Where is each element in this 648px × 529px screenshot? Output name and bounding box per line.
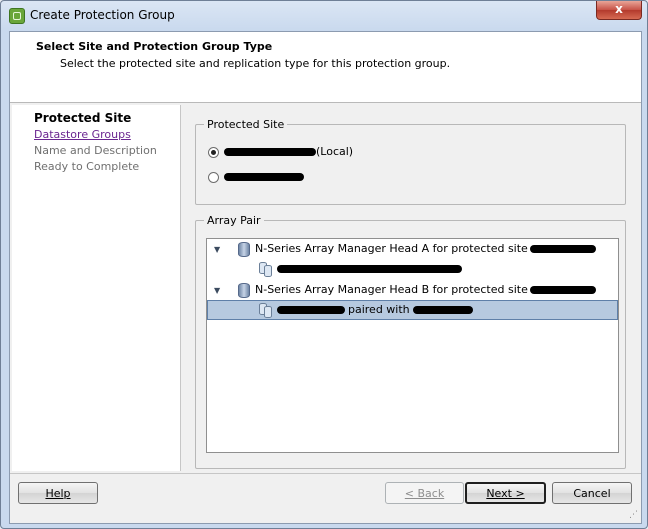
protected-site-group: Protected Site (Local) (195, 118, 626, 205)
redacted-text (277, 306, 345, 314)
array-pair-tree[interactable]: ▼ N-Series Array Manager Head A for prot… (206, 238, 619, 453)
wizard-content: Select Site and Protection Group Type Se… (9, 31, 642, 524)
redacted-text (224, 148, 316, 156)
step-datastore-groups[interactable]: Datastore Groups (34, 128, 131, 141)
back-button[interactable]: < Back (385, 482, 464, 504)
volume-pair-icon (259, 303, 273, 318)
radio-button-checked[interactable] (208, 147, 219, 158)
database-icon (238, 283, 250, 298)
page-title: Select Site and Protection Group Type (36, 40, 273, 53)
title-bar[interactable]: Create Protection Group x (1, 1, 647, 31)
wizard-window: Create Protection Group x Select Site an… (0, 0, 648, 529)
redacted-text (412, 306, 473, 314)
tree-row-array-head-a[interactable]: ▼ N-Series Array Manager Head A for prot… (207, 240, 618, 258)
tree-row-array-head-b[interactable]: ▼ N-Series Array Manager Head B for prot… (207, 281, 618, 299)
redacted-text (277, 265, 462, 273)
redacted-text (529, 245, 596, 253)
array-head-a-label: N-Series Array Manager Head A for protec… (255, 242, 528, 255)
wizard-steps-nav: Protected Site Datastore Groups Name and… (12, 105, 181, 471)
volume-pair-icon (259, 262, 273, 277)
radio-button-unchecked[interactable] (208, 172, 219, 183)
array-pair-label: Array Pair (204, 214, 264, 227)
site-local-label: (Local) (316, 145, 354, 158)
close-button[interactable]: x (596, 1, 642, 20)
resize-grip-icon[interactable]: ⋰ (629, 510, 638, 520)
window-title: Create Protection Group (30, 8, 175, 22)
cancel-button[interactable]: Cancel (552, 482, 632, 504)
array-head-b-label: N-Series Array Manager Head B for protec… (255, 283, 528, 296)
redacted-text (529, 286, 596, 294)
help-button[interactable]: Help (18, 482, 98, 504)
pair-b-label: paired with (348, 303, 410, 316)
database-icon (238, 242, 250, 257)
array-pair-group: Array Pair ▼ N-Series Array Manager Head… (195, 214, 626, 469)
step-protected-site[interactable]: Protected Site (34, 111, 131, 125)
tree-row-pair-a[interactable] (207, 260, 618, 278)
protected-site-label: Protected Site (204, 118, 288, 131)
tree-row-pair-b[interactable]: paired with (207, 300, 618, 320)
wizard-header: Select Site and Protection Group Type Se… (10, 32, 641, 103)
next-button[interactable]: Next > (465, 482, 546, 504)
chevron-down-icon[interactable]: ▼ (214, 245, 220, 254)
step-name-and-description: Name and Description (34, 144, 157, 157)
step-ready-to-complete: Ready to Complete (34, 160, 140, 173)
chevron-down-icon[interactable]: ▼ (214, 286, 220, 295)
page-subtitle: Select the protected site and replicatio… (60, 57, 451, 70)
redacted-text (224, 173, 304, 181)
main-panel: Protected Site (Local) Array Pair ▼ N-Se… (188, 105, 639, 471)
footer-divider (10, 473, 641, 474)
app-icon (9, 8, 25, 24)
